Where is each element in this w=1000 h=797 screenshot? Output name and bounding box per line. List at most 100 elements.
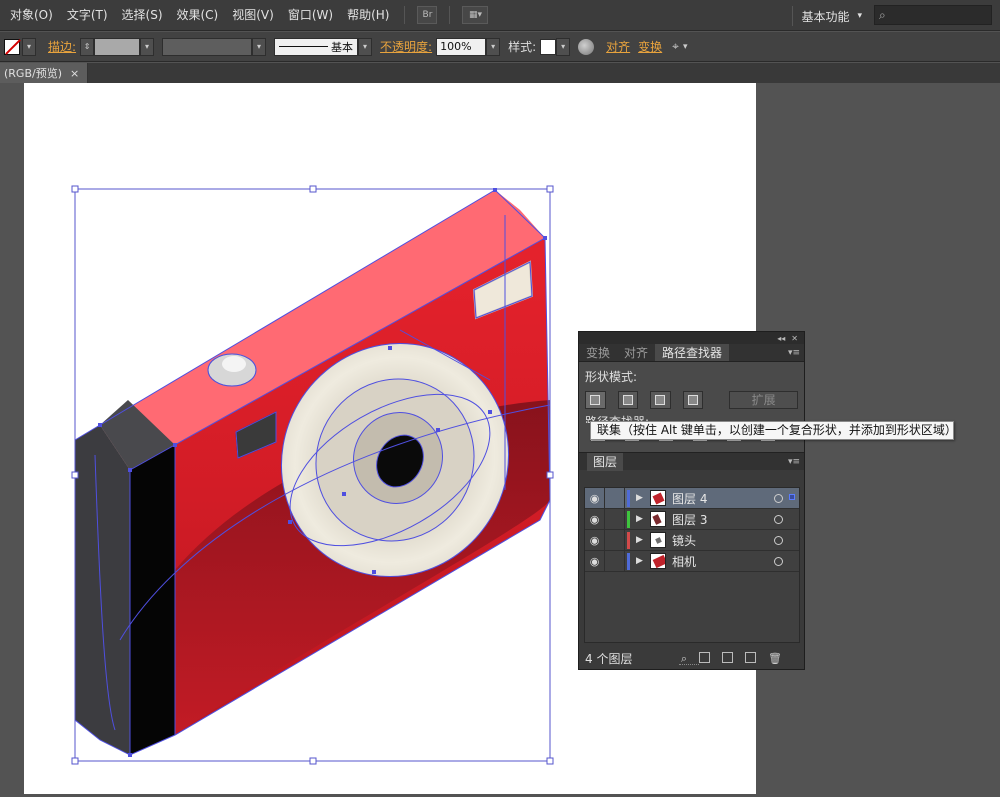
intersect-button[interactable]: [650, 391, 671, 409]
layer-count: 4 个图层: [585, 651, 633, 666]
exclude-button[interactable]: [682, 391, 704, 409]
menu-view[interactable]: 视图(V): [225, 0, 281, 31]
layer-name[interactable]: 图层 4: [672, 490, 774, 507]
layer-color: [627, 489, 630, 507]
panel-menu-icon[interactable]: ▾≡: [788, 348, 800, 358]
tab-align[interactable]: 对齐: [617, 344, 655, 361]
fill-dropdown[interactable]: ▾: [22, 37, 36, 56]
brush-dropdown[interactable]: ▾: [358, 37, 373, 56]
variable-width-field[interactable]: [162, 37, 253, 56]
pathfinder-layers-panel: ◂◂ ✕ 变换 对齐 路径查找器 ▾≡ 形状模式: 扩展 路径查找器: 图层 ▾…: [578, 331, 805, 670]
menu-help[interactable]: 帮助(H): [340, 0, 396, 31]
pathfinder-tabs: 变换 对齐 路径查找器 ▾≡: [579, 344, 804, 362]
intersect-icon: [655, 395, 666, 405]
menu-window[interactable]: 窗口(W): [281, 0, 340, 31]
menu-object[interactable]: 对象(O): [0, 0, 60, 31]
eye-icon[interactable]: ◉: [585, 550, 605, 572]
brush-definition-field[interactable]: 基本: [274, 37, 359, 56]
style-label: 样式:: [508, 40, 537, 54]
graphic-style-dropdown[interactable]: ▾: [556, 37, 571, 56]
stroke-weight-field[interactable]: [94, 37, 141, 56]
panel-title-bar[interactable]: ◂◂ ✕: [579, 332, 804, 344]
chevron-down-icon: ▾: [857, 11, 862, 21]
layer-row[interactable]: ◉ ▶ 镜头: [585, 529, 799, 551]
close-icon[interactable]: ×: [70, 67, 79, 80]
new-layer-icon[interactable]: [745, 652, 757, 663]
new-sublayer-icon[interactable]: [722, 652, 734, 663]
workspace-switcher[interactable]: 基本功能 ▾: [792, 6, 870, 26]
layer-row[interactable]: ◉ ▶ 图层 3: [585, 508, 799, 530]
lock-toggle[interactable]: [605, 508, 625, 530]
variable-width-dropdown[interactable]: ▾: [252, 37, 267, 56]
eye-icon[interactable]: ◉: [585, 508, 605, 530]
layer-color: [627, 510, 630, 528]
isolate-icon[interactable]: ⌖: [672, 39, 679, 54]
layer-thumbnail: [650, 490, 666, 506]
resize-grip[interactable]: [679, 664, 699, 667]
target-icon[interactable]: [774, 493, 783, 503]
search-input[interactable]: ⌕: [874, 5, 992, 25]
clipping-mask-icon[interactable]: [699, 652, 711, 663]
shape-modes-row: 扩展: [585, 391, 798, 409]
chevron-down-icon[interactable]: ▾: [683, 42, 688, 52]
selection-indicator[interactable]: [789, 494, 795, 500]
expand-triangle-icon[interactable]: ▶: [636, 556, 648, 566]
tab-pathfinder[interactable]: 路径查找器: [655, 344, 730, 361]
stroke-weight-stepper[interactable]: ⇕: [80, 37, 95, 56]
arrange-documents-icon: ▦▾: [468, 10, 482, 20]
target-icon[interactable]: [774, 535, 783, 545]
transform-link[interactable]: 变换: [638, 38, 662, 55]
fill-swatch[interactable]: [4, 38, 20, 55]
layer-row[interactable]: ◉ ▶ 相机: [585, 550, 799, 572]
menu-separator: [404, 6, 406, 24]
layers-list: ◉ ▶ 图层 4 ◉ ▶ 图层 3 ◉ ▶ 镜头 ◉ ▶ 相机: [584, 487, 800, 643]
exclude-icon: [687, 395, 698, 405]
lock-toggle[interactable]: [605, 550, 625, 572]
menu-select[interactable]: 选择(S): [115, 0, 170, 31]
expand-triangle-icon[interactable]: ▶: [636, 493, 648, 503]
document-tab-strip: [0, 63, 1000, 83]
layer-name[interactable]: 图层 3: [672, 511, 774, 528]
layer-thumbnail: [650, 511, 666, 527]
lock-toggle[interactable]: [605, 487, 625, 509]
stroke-link[interactable]: 描边:: [48, 38, 76, 55]
menu-effect[interactable]: 效果(C): [170, 0, 226, 31]
arrange-documents-button[interactable]: ▦▾: [462, 6, 489, 24]
expand-triangle-icon[interactable]: ▶: [636, 535, 648, 545]
layer-name[interactable]: 相机: [672, 553, 774, 570]
graphic-style-swatch[interactable]: [540, 38, 557, 55]
eye-icon[interactable]: ◉: [585, 529, 605, 551]
bridge-button[interactable]: Br: [417, 6, 438, 24]
expand-button[interactable]: 扩展: [729, 391, 798, 409]
opacity-field[interactable]: 100%: [436, 37, 487, 56]
opacity-dropdown[interactable]: ▾: [486, 37, 501, 56]
layer-thumb-mark: [652, 554, 665, 568]
menu-type[interactable]: 文字(T): [60, 0, 115, 31]
control-bar: ▾ 描边: ⇕ ▾ ▾ 基本 ▾ 不透明度: 100% ▾ 样式: ▾ 对齐 变…: [0, 32, 1000, 62]
tab-transform[interactable]: 变换: [579, 344, 617, 361]
layer-name[interactable]: 镜头: [672, 532, 774, 549]
recolor-artwork-icon[interactable]: [578, 38, 595, 55]
layers-footer: 4 个图层 ⌕ 🗑: [579, 647, 804, 669]
unite-button[interactable]: [585, 391, 606, 409]
target-icon[interactable]: [774, 514, 783, 524]
close-icon[interactable]: ✕: [791, 334, 798, 343]
minus-front-icon: [622, 395, 633, 405]
target-icon[interactable]: [774, 556, 783, 566]
layer-row[interactable]: ◉ ▶ 图层 4: [585, 487, 799, 509]
minus-front-button[interactable]: [617, 391, 639, 409]
tab-layers[interactable]: 图层: [587, 452, 624, 471]
layer-thumb-mark: [652, 514, 662, 525]
stroke-preview-line: [279, 46, 329, 47]
eye-icon[interactable]: ◉: [585, 487, 605, 509]
document-tab[interactable]: (RGB/预览) ×: [0, 63, 88, 83]
stroke-weight-dropdown[interactable]: ▾: [140, 37, 155, 56]
collapse-icon[interactable]: ◂◂: [777, 334, 785, 343]
expand-triangle-icon[interactable]: ▶: [636, 514, 648, 524]
lock-toggle[interactable]: [605, 529, 625, 551]
trash-icon[interactable]: 🗑: [768, 652, 782, 666]
panel-menu-icon[interactable]: ▾≡: [788, 457, 800, 467]
align-link[interactable]: 对齐: [606, 38, 630, 55]
opacity-link[interactable]: 不透明度:: [380, 38, 432, 55]
camera-side-grip: [75, 425, 130, 755]
